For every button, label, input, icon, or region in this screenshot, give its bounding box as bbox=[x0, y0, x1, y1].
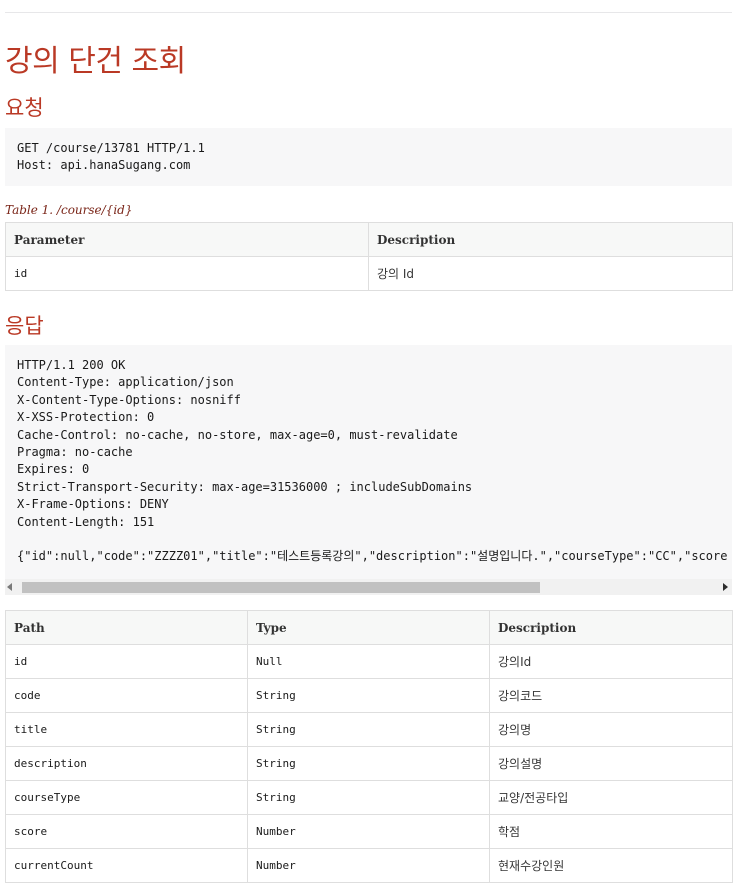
scroll-right-arrow-icon[interactable] bbox=[723, 583, 728, 591]
field-description: 교양/전공타입 bbox=[489, 780, 733, 815]
field-path: currentCount bbox=[5, 848, 248, 883]
fields-header-path: Path bbox=[5, 610, 248, 645]
response-fields-table: Path Type Description id Null 강의Id code … bbox=[5, 610, 733, 883]
scroll-left-arrow-icon[interactable] bbox=[7, 583, 12, 591]
scrollbar-thumb[interactable] bbox=[22, 582, 540, 593]
param-description: 강의 Id bbox=[368, 256, 733, 291]
field-description: 현재수강인원 bbox=[489, 848, 733, 883]
table-row: currentCount Number 현재수강인원 bbox=[5, 848, 733, 883]
page-title: 강의 단건 조회 bbox=[5, 44, 186, 79]
response-code: HTTP/1.1 200 OK Content-Type: applicatio… bbox=[17, 358, 728, 564]
field-path: courseType bbox=[5, 780, 248, 815]
field-path: title bbox=[5, 712, 248, 747]
field-description: 강의설명 bbox=[489, 746, 733, 781]
field-path: score bbox=[5, 814, 248, 849]
field-type: String bbox=[247, 712, 490, 747]
request-code-block: GET /course/13781 HTTP/1.1 Host: api.han… bbox=[5, 128, 732, 186]
params-table-caption: Table 1. /course/{id} bbox=[5, 203, 133, 217]
table-row: id Null 강의Id bbox=[5, 644, 733, 679]
field-type: String bbox=[247, 780, 490, 815]
response-heading: 응답 bbox=[5, 314, 44, 338]
field-description: 강의명 bbox=[489, 712, 733, 747]
fields-header-description: Description bbox=[489, 610, 733, 645]
request-heading: 요청 bbox=[5, 96, 44, 120]
fields-table-header-row: Path Type Description bbox=[5, 610, 733, 645]
field-type: Number bbox=[247, 814, 490, 849]
field-type: String bbox=[247, 678, 490, 713]
table-row: id 강의 Id bbox=[5, 256, 733, 291]
field-type: Number bbox=[247, 848, 490, 883]
table-row: title String 강의명 bbox=[5, 712, 733, 747]
param-name: id bbox=[5, 256, 369, 291]
field-path: id bbox=[5, 644, 248, 679]
table-row: score Number 학점 bbox=[5, 814, 733, 849]
field-path: description bbox=[5, 746, 248, 781]
field-type: Null bbox=[247, 644, 490, 679]
table-row: description String 강의설명 bbox=[5, 746, 733, 781]
field-type: String bbox=[247, 746, 490, 781]
params-table: Parameter Description id 강의 Id bbox=[5, 222, 733, 291]
params-header-description: Description bbox=[368, 222, 733, 257]
field-description: 강의코드 bbox=[489, 678, 733, 713]
params-header-parameter: Parameter bbox=[5, 222, 369, 257]
field-description: 강의Id bbox=[489, 644, 733, 679]
field-path: code bbox=[5, 678, 248, 713]
top-divider bbox=[5, 12, 732, 13]
fields-header-type: Type bbox=[247, 610, 490, 645]
params-table-header-row: Parameter Description bbox=[5, 222, 733, 257]
table-row: code String 강의코드 bbox=[5, 678, 733, 713]
response-code-block: HTTP/1.1 200 OK Content-Type: applicatio… bbox=[5, 345, 732, 595]
request-code: GET /course/13781 HTTP/1.1 Host: api.han… bbox=[17, 141, 205, 173]
table-row: courseType String 교양/전공타입 bbox=[5, 780, 733, 815]
horizontal-scrollbar[interactable] bbox=[5, 579, 732, 595]
field-description: 학점 bbox=[489, 814, 733, 849]
document-page: 강의 단건 조회 요청 GET /course/13781 HTTP/1.1 H… bbox=[0, 0, 747, 886]
